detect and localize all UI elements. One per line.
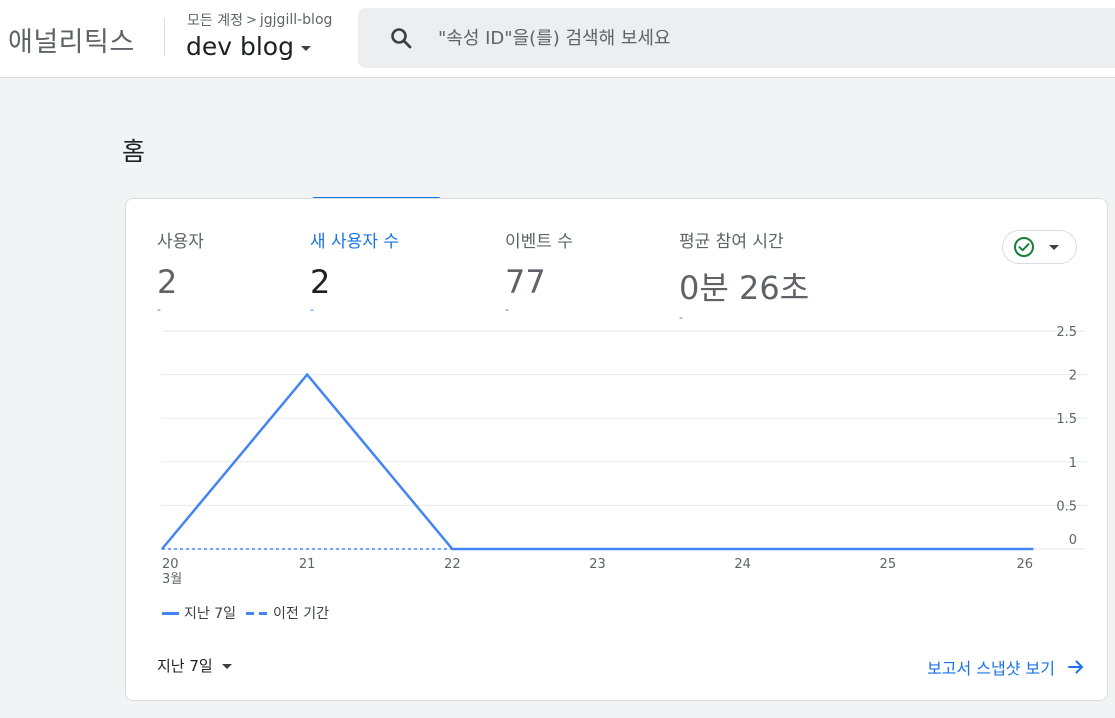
y-tick-label: 0 (1069, 533, 1077, 548)
top-app-bar: 애널리틱스 모든 계정 > jgjgill-blog dev blog (0, 0, 1115, 78)
data-point (451, 548, 454, 550)
report-link-label: 보고서 스냅샷 보기 (927, 659, 1055, 678)
legend-label-current: 지난 7일 (184, 606, 236, 622)
date-range-dropdown[interactable]: 지난 7일 (157, 655, 232, 676)
caret-down-icon (221, 664, 232, 669)
x-tick-label: 26 (1016, 557, 1033, 572)
breadcrumb-property[interactable]: jgjgill-blog (260, 12, 333, 28)
y-tick-label: 1 (1069, 456, 1077, 471)
product-name[interactable]: 애널리틱스 (8, 20, 135, 59)
x-tick-label: 23 (589, 557, 606, 572)
data-point (741, 548, 744, 550)
y-tick-label: 0.5 (1056, 499, 1077, 514)
legend-label-previous: 이전 기간 (273, 606, 329, 622)
y-tick-label: 2 (1069, 369, 1077, 384)
property-name: dev blog (186, 32, 294, 61)
property-picker[interactable]: dev blog (186, 32, 311, 61)
chart-grid (162, 330, 1086, 550)
y-tick-label: 2.5 (1056, 325, 1077, 340)
caret-down-icon (300, 45, 311, 51)
overview-card: 사용자 2 - 새 사용자 수 2 - 이벤트 수 77 - 평균 참여 시간 … (125, 198, 1108, 701)
breadcrumb-account[interactable]: 모든 계정 (187, 10, 243, 30)
arrow-right-icon (1068, 660, 1083, 674)
header-divider (164, 18, 165, 56)
page-title: 홈 (122, 137, 146, 166)
x-tick-label: 20 (162, 557, 179, 572)
data-point (887, 548, 889, 550)
data-point (1032, 548, 1034, 550)
search-input[interactable] (438, 24, 1078, 52)
data-point (161, 548, 163, 550)
data-point (596, 548, 599, 550)
y-tick-label: 1.5 (1056, 412, 1077, 427)
view-report-snapshot-link[interactable]: 보고서 스냅샷 보기 (927, 655, 1085, 679)
breadcrumb: 모든 계정 > jgjgill-blog (187, 10, 332, 30)
search-icon (391, 28, 412, 49)
legend-swatch-solid (162, 611, 179, 615)
date-range-label: 지난 7일 (157, 657, 213, 675)
x-axis: 20 21 22 23 24 25 26 3월 (162, 557, 1033, 587)
line-chart: 2.5 2 1.5 1 0.5 0 20 21 22 23 24 25 26 3월 (161, 325, 1086, 587)
chevron-right-icon: > (245, 12, 257, 28)
x-tick-label: 25 (880, 557, 897, 572)
x-tick-label: 21 (299, 557, 316, 572)
y-axis: 2.5 2 1.5 1 0.5 0 (1056, 325, 1077, 548)
chart-legend: 지난 7일 이전 기간 (162, 603, 329, 623)
x-tick-label: 24 (734, 557, 751, 572)
x-month-label: 3월 (162, 572, 182, 587)
search-bar[interactable] (358, 8, 1115, 68)
legend-swatch-dashed (246, 611, 268, 615)
data-point (306, 373, 308, 376)
x-tick-label: 22 (444, 557, 461, 572)
